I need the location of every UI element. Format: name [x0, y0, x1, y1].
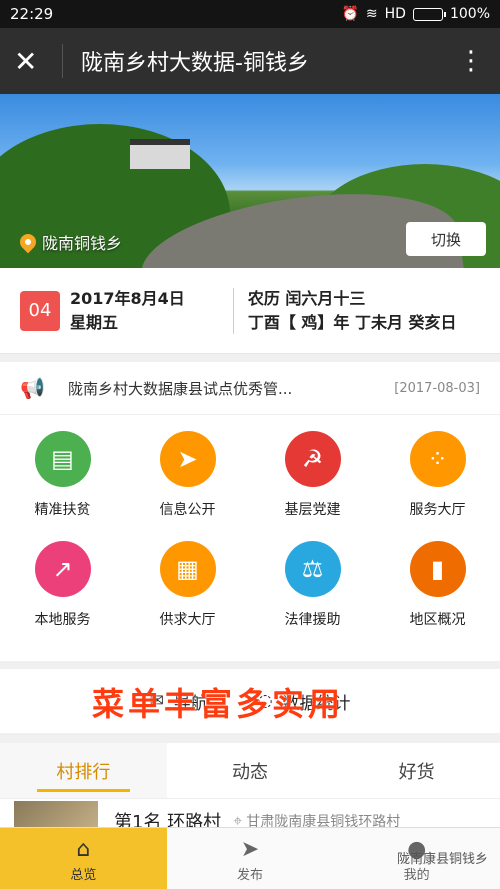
- nav-publish[interactable]: ➤ 发布: [167, 828, 334, 889]
- signal-text: HD: [384, 6, 406, 22]
- battery-icon: [412, 7, 446, 21]
- party-emblem-icon: ☭: [284, 431, 341, 487]
- battery-percent: 100%: [449, 6, 490, 22]
- promo-row: ✉ 导航 ◌ 数据统计 菜单丰富多实用: [0, 669, 500, 733]
- weekday-text: 星期五: [70, 312, 119, 332]
- menu-item-label: 法律援助: [284, 612, 341, 628]
- wifi-icon: ≋: [365, 6, 378, 22]
- location-name: 陇南铜钱乡: [42, 234, 123, 253]
- banner-image: 陇南铜钱乡 切换: [0, 94, 500, 268]
- status-time: 22:29: [10, 5, 54, 23]
- book-icon: ▤: [34, 431, 91, 487]
- date-row: 04 2017年8月4日 星期五 农历 闰六月十三 丁酉【 鸡】年 丁未月 癸亥…: [0, 268, 500, 354]
- menu-item-label: 服务大厅: [409, 502, 466, 518]
- scales-icon: ⚖: [284, 541, 341, 597]
- home-icon: ⌂: [76, 836, 91, 862]
- store-icon: ▦: [159, 541, 216, 597]
- grid-dots-icon: ⁘: [409, 431, 466, 487]
- nav-publish-label: 发布: [237, 868, 264, 883]
- notice-text[interactable]: 陇南乡村大数据康县试点优秀管...: [68, 378, 394, 399]
- menu-item-0[interactable]: ▤ 精准扶贫: [0, 425, 125, 535]
- promo-overlay-text: 菜单丰富多实用: [92, 685, 345, 723]
- lunar-block: 农历 闰六月十三 丁酉【 鸡】年 丁未月 癸亥日: [248, 287, 457, 335]
- megaphone-icon: 📢: [20, 376, 45, 400]
- menu-item-3[interactable]: ⁘ 服务大厅: [375, 425, 500, 535]
- chart-icon: ↗: [34, 541, 91, 597]
- content-tabs: 村排行 动态 好货: [0, 743, 500, 799]
- menu-item-2[interactable]: ☭ 基层党建: [250, 425, 375, 535]
- title-divider: [62, 44, 63, 78]
- menu-grid: ▤ 精准扶贫 ➤ 信息公开 ☭ 基层党建 ⁘ 服务大厅 ↗ 本地服务 ▦ 供求大厅 ⚖ 法律援助 ▮ 地区概况: [0, 414, 500, 661]
- menu-item-label: 精准扶贫: [34, 502, 91, 518]
- lunar-date: 农历 闰六月十三: [247, 288, 366, 308]
- menu-item-7[interactable]: ▮ 地区概况: [375, 535, 500, 645]
- day-badge: 04: [20, 290, 60, 331]
- close-icon[interactable]: ✕: [14, 45, 54, 78]
- menu-item-label: 供求大厅: [159, 612, 216, 628]
- tab-village-rank[interactable]: 村排行: [0, 743, 167, 798]
- status-icons: ⏰ ≋ HD 100%: [341, 6, 490, 22]
- tab-goods[interactable]: 好货: [333, 743, 500, 798]
- menu-item-5[interactable]: ▦ 供求大厅: [125, 535, 250, 645]
- switch-button[interactable]: 切换: [406, 222, 486, 256]
- notice-bar[interactable]: 📢 陇南乡村大数据康县试点优秀管... [2017-08-03]: [0, 362, 500, 414]
- location-label: 陇南铜钱乡: [16, 230, 123, 254]
- date-text: 2017年8月4日: [70, 288, 185, 308]
- alarm-icon: ⏰: [341, 6, 359, 22]
- watermark-text: 陇南康县铜钱乡: [396, 852, 488, 867]
- location-pin-icon: [16, 230, 40, 254]
- send-icon: ➤: [240, 836, 260, 862]
- nav-overview-label: 总览: [70, 868, 97, 883]
- paper-plane-icon: ➤: [159, 431, 216, 487]
- nav-overview[interactable]: ⌂ 总览: [0, 828, 167, 889]
- title-bar: ✕ 陇南乡村大数据-铜钱乡 ⋮: [0, 28, 500, 94]
- menu-item-label: 地区概况: [409, 612, 466, 628]
- page-title: 陇南乡村大数据-铜钱乡: [81, 51, 309, 76]
- status-bar: 22:29 ⏰ ≋ HD 100%: [0, 0, 500, 28]
- menu-item-4[interactable]: ↗ 本地服务: [0, 535, 125, 645]
- book-closed-icon: ▮: [409, 541, 466, 597]
- menu-item-label: 本地服务: [34, 612, 91, 628]
- menu-item-label: 基层党建: [284, 502, 341, 518]
- date-block: 2017年8月4日 星期五: [70, 287, 185, 335]
- tab-news[interactable]: 动态: [167, 743, 334, 798]
- more-icon[interactable]: ⋮: [456, 46, 486, 76]
- notice-date: [2017-08-03]: [394, 380, 480, 396]
- menu-item-label: 信息公开: [159, 502, 216, 518]
- ganzhi-text: 丁酉【 鸡】年 丁未月 癸亥日: [247, 312, 457, 332]
- menu-item-1[interactable]: ➤ 信息公开: [125, 425, 250, 535]
- menu-item-6[interactable]: ⚖ 法律援助: [250, 535, 375, 645]
